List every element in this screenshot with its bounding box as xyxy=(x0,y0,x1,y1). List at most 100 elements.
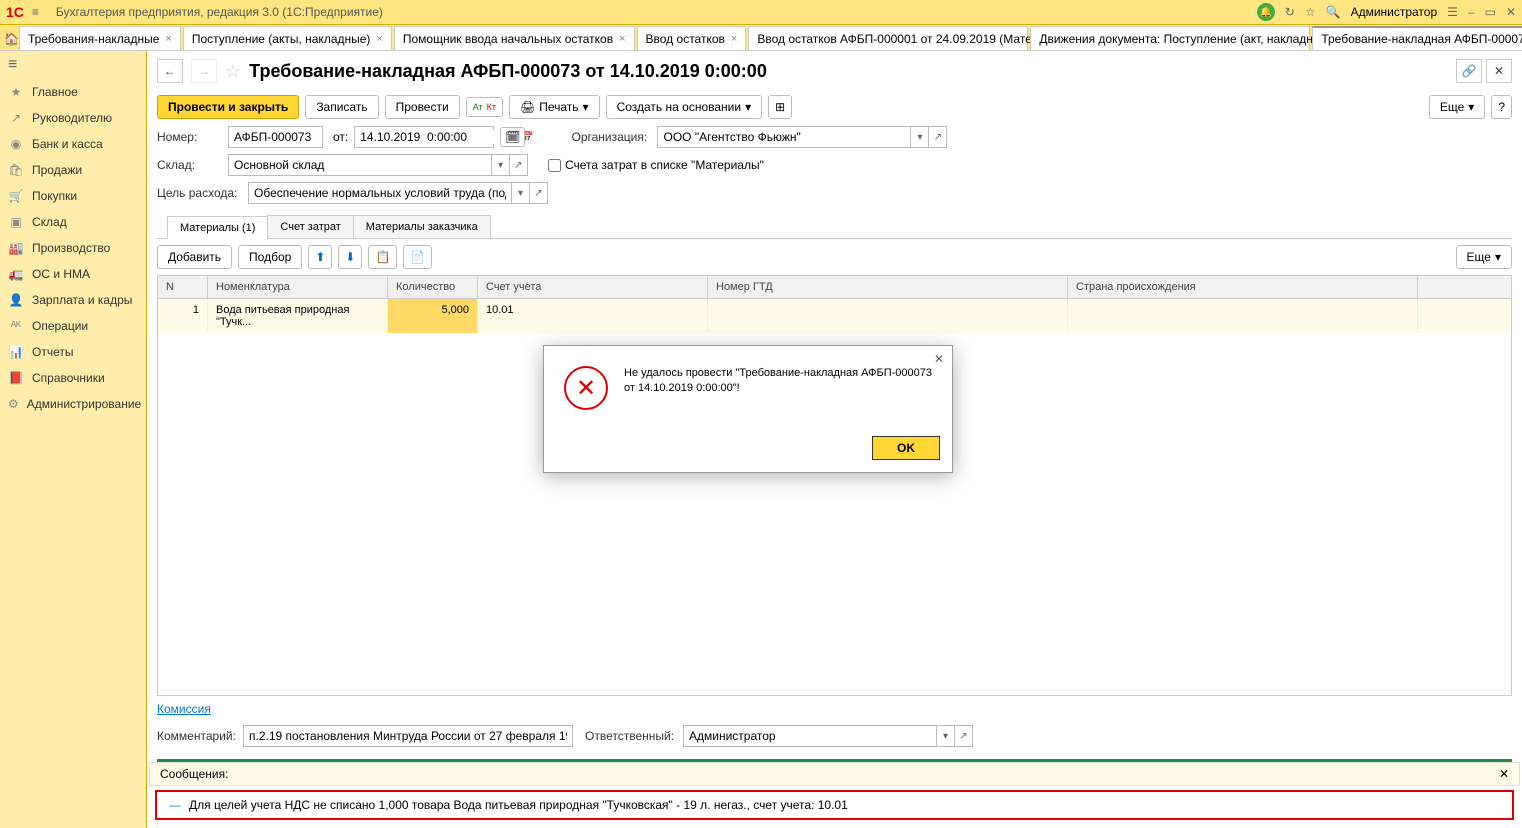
komissia-link[interactable]: Комиссия xyxy=(157,702,211,716)
grid-header-2[interactable]: Количество xyxy=(388,276,478,298)
open-icon[interactable]: ↗ xyxy=(928,127,946,147)
grid-header-0[interactable]: N xyxy=(158,276,208,298)
nomer-input[interactable] xyxy=(228,126,323,148)
tab-1[interactable]: Поступление (акты, накладные)× xyxy=(183,26,392,50)
grid-cell[interactable]: 5,000 xyxy=(388,299,478,333)
grid-cell[interactable]: 1 xyxy=(158,299,208,333)
inner-tab-1[interactable]: Счет затрат xyxy=(267,215,353,238)
org-input[interactable]: ▾↗ xyxy=(657,126,947,148)
grid-cell[interactable]: Вода питьевая природная "Тучк... xyxy=(208,299,388,333)
grid-header-5[interactable]: Страна происхождения xyxy=(1068,276,1418,298)
pechat-button[interactable]: 🖨 Печать ▾ xyxy=(509,95,600,119)
minimize-icon[interactable]: – xyxy=(1468,5,1475,19)
open-icon[interactable]: ↗ xyxy=(529,183,547,203)
open-icon[interactable]: ↗ xyxy=(954,726,972,746)
ok-button[interactable]: OK xyxy=(872,436,940,460)
zapisat-button[interactable]: Записать xyxy=(305,95,378,119)
help-button[interactable]: ? xyxy=(1491,95,1512,119)
close-icon[interactable]: ✕ xyxy=(1506,5,1516,19)
sidebar-item-9[interactable]: ᴬᴷОперации xyxy=(0,313,146,339)
cel-input[interactable]: ▾↗ xyxy=(248,182,548,204)
search-icon[interactable]: 🔍 xyxy=(1326,5,1341,19)
open-icon[interactable]: ↗ xyxy=(509,155,527,175)
favorite-star-icon[interactable]: ☆ xyxy=(225,61,241,82)
sidebar-item-1[interactable]: ↗Руководителю xyxy=(0,105,146,131)
dropdown-icon[interactable]: ▾ xyxy=(511,183,529,203)
move-up-button[interactable]: ⬆ xyxy=(308,245,332,269)
sidebar-toggle[interactable]: ≡ xyxy=(0,51,146,79)
grid-cell[interactable] xyxy=(708,299,1068,333)
sidebar-icon: ᴬᴷ xyxy=(8,319,24,333)
provesti-button[interactable]: Провести xyxy=(385,95,460,119)
sidebar-item-3[interactable]: 🛍Продажи xyxy=(0,157,146,183)
sidebar-item-5[interactable]: ▣Склад xyxy=(0,209,146,235)
tab-6[interactable]: Требование-накладная АФБП-000073 от 14.1… xyxy=(1312,26,1522,50)
menu-icon[interactable]: ≡ xyxy=(32,5,52,19)
sidebar-item-0[interactable]: ★Главное xyxy=(0,79,146,105)
sidebar-item-7[interactable]: 🚛ОС и НМА xyxy=(0,261,146,287)
podbor-button[interactable]: Подбор xyxy=(238,245,302,269)
sidebar-item-12[interactable]: ⚙Администрирование xyxy=(0,391,146,417)
sidebar-item-10[interactable]: 📊Отчеты xyxy=(0,339,146,365)
sidebar-item-8[interactable]: 👤Зарплата и кадры xyxy=(0,287,146,313)
dobavit-button[interactable]: Добавить xyxy=(157,245,232,269)
grid-esche-button[interactable]: Еще ▾ xyxy=(1456,245,1512,269)
komment-input[interactable] xyxy=(243,725,573,747)
inner-tab-2[interactable]: Материалы заказчика xyxy=(353,215,491,238)
sidebar-item-6[interactable]: 🏭Производство xyxy=(0,235,146,261)
grid-cell[interactable] xyxy=(1068,299,1418,333)
restore-icon[interactable]: ▭ xyxy=(1485,5,1496,19)
window-close-icon[interactable]: ✕ xyxy=(1486,59,1512,83)
forward-button[interactable]: → xyxy=(191,59,217,83)
message-bullet-icon: — xyxy=(169,798,181,812)
tab-close-icon[interactable]: × xyxy=(731,33,737,45)
sidebar-item-4[interactable]: 🛒Покупки xyxy=(0,183,146,209)
grid-cell[interactable]: 10.01 xyxy=(478,299,708,333)
tab-close-icon[interactable]: × xyxy=(376,33,382,45)
inner-tab-0[interactable]: Материалы (1) xyxy=(167,216,268,239)
otv-input[interactable]: ▾↗ xyxy=(683,725,973,747)
tab-4[interactable]: Ввод остатков АФБП-000001 от 24.09.2019 … xyxy=(748,26,1028,50)
dropdown-icon[interactable]: ▾ xyxy=(491,155,509,175)
app-title: Бухгалтерия предприятия, редакция 3.0 (1… xyxy=(52,5,1257,19)
star-icon[interactable]: ☆ xyxy=(1305,5,1316,19)
fill-button[interactable]: 📄 xyxy=(403,245,432,269)
sklad-input[interactable]: ▾↗ xyxy=(228,154,528,176)
sozdat-na-osnovanii-button[interactable]: Создать на основании ▾ xyxy=(606,95,763,119)
tab-5[interactable]: Движения документа: Поступление (акт, на… xyxy=(1030,26,1310,50)
tab-3[interactable]: Ввод остатков× xyxy=(637,26,747,50)
provesti-zakryt-button[interactable]: Провести и закрыть xyxy=(157,95,299,119)
esche-button[interactable]: Еще ▾ xyxy=(1429,95,1485,119)
data-input[interactable]: 📅 xyxy=(354,126,494,148)
grid-header-1[interactable]: Номенклатура xyxy=(208,276,388,298)
sidebar-item-11[interactable]: 📕Справочники xyxy=(0,365,146,391)
sidebar-item-2[interactable]: ◉Банк и касса xyxy=(0,131,146,157)
move-down-button[interactable]: ⬇ xyxy=(338,245,362,269)
structure-icon[interactable]: ⊞ xyxy=(768,95,792,119)
otv-label: Ответственный: xyxy=(585,729,677,743)
back-button[interactable]: ← xyxy=(157,59,183,83)
dialog-close-icon[interactable]: ✕ xyxy=(934,352,944,366)
dt-kt-button[interactable]: АтКт xyxy=(466,97,503,117)
copy-button[interactable]: 📋 xyxy=(368,245,397,269)
bell-icon[interactable]: 🔔 xyxy=(1257,3,1275,21)
user-name[interactable]: Администратор xyxy=(1351,5,1438,19)
dropdown-icon[interactable]: ▾ xyxy=(910,127,928,147)
tab-0[interactable]: Требования-накладные× xyxy=(19,26,181,50)
attach-icon[interactable]: 🔗 xyxy=(1456,59,1482,83)
tab-close-icon[interactable]: × xyxy=(165,33,171,45)
message-row[interactable]: — Для целей учета НДС не списано 1,000 т… xyxy=(155,790,1514,820)
home-tab[interactable]: 🏠 xyxy=(4,28,19,50)
dropdown-icon[interactable]: ▾ xyxy=(936,726,954,746)
history-icon[interactable]: ↻ xyxy=(1285,5,1295,19)
materials-grid[interactable]: NНоменклатураКоличествоСчет учетаНомер Г… xyxy=(157,275,1512,696)
tab-2[interactable]: Помощник ввода начальных остатков× xyxy=(394,26,635,50)
settings-icon[interactable]: ☰ xyxy=(1447,5,1458,19)
grid-header-4[interactable]: Номер ГТД xyxy=(708,276,1068,298)
messages-close-icon[interactable]: ✕ xyxy=(1499,767,1509,781)
tab-close-icon[interactable]: × xyxy=(619,33,625,45)
table-row[interactable]: 1Вода питьевая природная "Тучк...5,00010… xyxy=(158,299,1511,333)
grid-header-3[interactable]: Счет учета xyxy=(478,276,708,298)
period-icon[interactable]: 🗓 xyxy=(500,127,525,147)
scheta-checkbox[interactable]: Счета затрат в списке "Материалы" xyxy=(548,158,764,172)
